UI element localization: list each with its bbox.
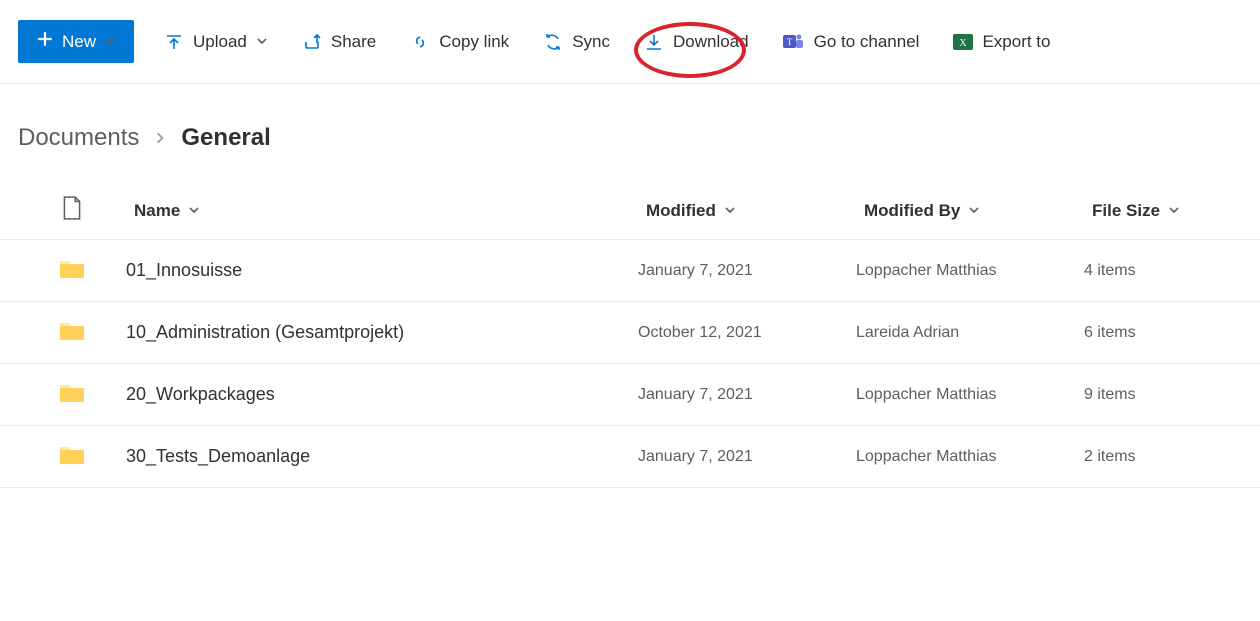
row-file-size: 4 items (1084, 262, 1242, 280)
row-modified-by: Loppacher Matthias (856, 448, 1084, 466)
download-icon (644, 32, 664, 52)
table-header: Name Modified Modified By File Size (0, 182, 1260, 240)
row-modified-by: Lareida Adrian (856, 324, 1084, 342)
chevron-down-icon (104, 32, 116, 52)
breadcrumb: Documents General (0, 84, 1260, 182)
column-modified[interactable]: Modified (638, 201, 856, 221)
excel-icon: X (953, 32, 973, 52)
toolbar: New Upload Share Copy link Sync (0, 0, 1260, 84)
column-name[interactable]: Name (126, 201, 638, 221)
folder-icon (59, 319, 85, 346)
row-modified: January 7, 2021 (638, 448, 856, 466)
export-label: Export to (982, 32, 1050, 52)
sync-icon (543, 32, 563, 52)
share-button[interactable]: Share (298, 26, 380, 58)
column-file-size-label: File Size (1092, 201, 1160, 221)
file-table: Name Modified Modified By File Size 01_I… (0, 182, 1260, 488)
svg-text:X: X (960, 38, 968, 49)
table-row[interactable]: 30_Tests_DemoanlageJanuary 7, 2021Loppac… (0, 426, 1260, 488)
chevron-down-icon (188, 201, 200, 221)
row-modified: January 7, 2021 (638, 262, 856, 280)
row-file-size: 2 items (1084, 448, 1242, 466)
download-button[interactable]: Download (640, 26, 753, 58)
teams-icon: T (783, 32, 805, 52)
chevron-down-icon (724, 201, 736, 221)
new-button[interactable]: New (18, 20, 134, 63)
chevron-down-icon (968, 201, 980, 221)
row-modified: October 12, 2021 (638, 324, 856, 342)
plus-icon (36, 30, 54, 53)
column-file-size[interactable]: File Size (1084, 201, 1242, 221)
upload-label: Upload (193, 32, 247, 52)
upload-button[interactable]: Upload (160, 26, 272, 58)
copy-link-button[interactable]: Copy link (406, 26, 513, 58)
breadcrumb-root[interactable]: Documents (18, 124, 139, 152)
row-name[interactable]: 20_Workpackages (126, 384, 638, 405)
row-modified-by: Loppacher Matthias (856, 386, 1084, 404)
table-row[interactable]: 20_WorkpackagesJanuary 7, 2021Loppacher … (0, 364, 1260, 426)
row-file-size: 6 items (1084, 324, 1242, 342)
row-modified: January 7, 2021 (638, 386, 856, 404)
column-modified-label: Modified (646, 201, 716, 221)
row-name[interactable]: 30_Tests_Demoanlage (126, 446, 638, 467)
go-to-channel-button[interactable]: T Go to channel (779, 26, 924, 58)
download-label: Download (673, 32, 749, 52)
sync-label: Sync (572, 32, 610, 52)
breadcrumb-current: General (181, 124, 270, 152)
row-modified-by: Loppacher Matthias (856, 262, 1084, 280)
row-name[interactable]: 01_Innosuisse (126, 260, 638, 281)
sync-button[interactable]: Sync (539, 26, 614, 58)
folder-icon (59, 381, 85, 408)
upload-icon (164, 32, 184, 52)
link-icon (410, 32, 430, 52)
row-name[interactable]: 10_Administration (Gesamtprojekt) (126, 322, 638, 343)
svg-text:T: T (786, 37, 792, 47)
column-name-label: Name (134, 201, 180, 221)
table-row[interactable]: 10_Administration (Gesamtprojekt)October… (0, 302, 1260, 364)
export-button[interactable]: X Export to (949, 26, 1054, 58)
row-file-size: 9 items (1084, 386, 1242, 404)
copy-link-label: Copy link (439, 32, 509, 52)
column-modified-by[interactable]: Modified By (856, 201, 1084, 221)
column-modified-by-label: Modified By (864, 201, 960, 221)
file-icon (61, 195, 83, 226)
table-row[interactable]: 01_InnosuisseJanuary 7, 2021Loppacher Ma… (0, 240, 1260, 302)
channel-label: Go to channel (814, 32, 920, 52)
share-icon (302, 32, 322, 52)
column-type[interactable] (18, 195, 126, 226)
chevron-down-icon (256, 32, 268, 52)
chevron-right-icon (153, 124, 167, 152)
folder-icon (59, 443, 85, 470)
chevron-down-icon (1168, 201, 1180, 221)
share-label: Share (331, 32, 376, 52)
new-button-label: New (62, 32, 96, 52)
folder-icon (59, 257, 85, 284)
